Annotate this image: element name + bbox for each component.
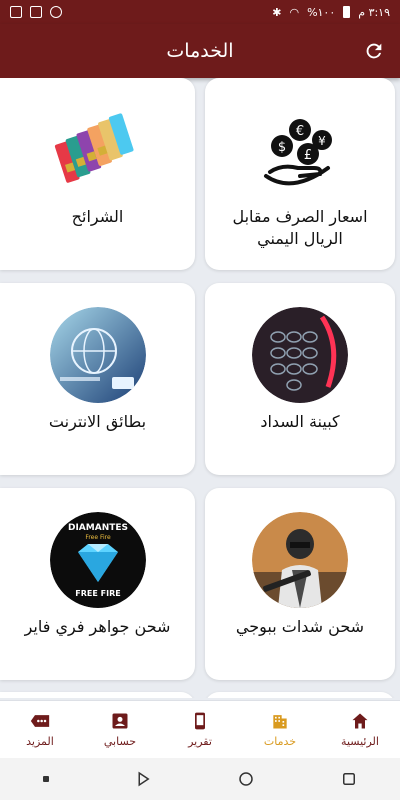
- svg-text:¥: ¥: [318, 134, 326, 148]
- mobile-icon: [195, 712, 205, 730]
- free-fire-art-top: DIAMANTES: [67, 523, 127, 533]
- battery-icon: [343, 6, 351, 18]
- service-label: شحن شدات ببوجي: [235, 617, 365, 636]
- service-card-partial[interactable]: [205, 692, 395, 698]
- gallery-notification-icon: [10, 6, 22, 18]
- free-fire-diamond-icon: DIAMANTES Free Fire FREE FIRE: [49, 512, 146, 608]
- nav-item-more[interactable]: المزيد: [0, 701, 80, 758]
- service-card-internet-cards[interactable]: بطائق الانترنت: [0, 283, 195, 475]
- home-icon: [352, 713, 368, 729]
- more-icon: [30, 715, 50, 727]
- service-card-payment-booth[interactable]: كبينة السداد: [205, 283, 395, 475]
- status-bar: ✱ ◠ %١٠٠ ٣:١٩ م: [0, 0, 400, 24]
- pubg-soldier-icon: [252, 512, 348, 608]
- dot-icon[interactable]: [42, 776, 49, 782]
- nav-item-services[interactable]: خدمات: [240, 701, 320, 758]
- bottom-navigation: الرئيسية خدمات تقرير حسابي المزيد: [0, 700, 400, 758]
- svg-text:£: £: [304, 148, 312, 163]
- services-grid: € ¥ $ £ اسعار الصرف مقابل الريال اليمني: [0, 78, 400, 698]
- service-card-exchange-rates[interactable]: € ¥ $ £ اسعار الصرف مقابل الريال اليمني: [205, 78, 395, 270]
- svg-text:$: $: [278, 140, 286, 155]
- bluetooth-icon: ✱: [272, 5, 282, 19]
- nav-label: المزيد: [26, 735, 54, 748]
- nav-item-account[interactable]: حسابي: [80, 701, 160, 758]
- refresh-button[interactable]: [360, 37, 388, 65]
- shield-notification-icon: [50, 6, 62, 18]
- page-title: الخدمات: [166, 40, 234, 62]
- nav-label: تقرير: [188, 735, 212, 748]
- service-card-free-fire[interactable]: DIAMANTES Free Fire FREE FIRE شحن جواهر …: [0, 488, 195, 680]
- refresh-icon: [366, 43, 382, 59]
- service-label: بطائق الانترنت: [48, 412, 147, 431]
- nav-label: الرئيسية: [341, 735, 379, 748]
- nav-label: حسابي: [103, 735, 137, 748]
- service-label: اسعار الصرف مقابل الريال اليمني: [232, 207, 368, 248]
- service-card-sim-cards[interactable]: الشرائح: [0, 78, 195, 270]
- service-label: كبينة السداد: [260, 412, 340, 431]
- nav-label: خدمات: [263, 735, 297, 748]
- service-label: الشرائح: [71, 207, 124, 226]
- free-fire-art-bottom: FREE FIRE: [75, 589, 120, 598]
- nav-item-home[interactable]: الرئيسية: [320, 701, 400, 758]
- currency-exchange-icon: € ¥ $ £: [252, 102, 348, 198]
- internet-card-icon: [49, 307, 146, 403]
- mail-notification-icon: [30, 6, 42, 18]
- app-bar: الخدمات: [0, 24, 400, 78]
- svg-text:€: €: [296, 124, 304, 139]
- service-card-partial[interactable]: [0, 692, 195, 698]
- system-navigation-bar: [0, 758, 400, 800]
- service-label: شحن جواهر فري فاير: [24, 617, 171, 636]
- home-circle-icon[interactable]: [237, 770, 255, 788]
- free-fire-art-sub: Free Fire: [85, 534, 111, 541]
- payment-keypad-icon: [252, 307, 348, 403]
- play-back-icon[interactable]: [134, 770, 152, 788]
- account-icon: [112, 713, 128, 729]
- nav-item-report[interactable]: تقرير: [160, 701, 240, 758]
- clock: ٣:١٩ م: [358, 5, 390, 19]
- sim-cards-icon: [49, 102, 146, 198]
- wifi-icon: ◠: [289, 5, 300, 19]
- building-icon: [273, 715, 287, 729]
- service-card-pubg[interactable]: شحن شدات ببوجي: [205, 488, 395, 680]
- recent-apps-icon[interactable]: [340, 770, 358, 788]
- battery-percent: %١٠٠: [307, 5, 336, 19]
